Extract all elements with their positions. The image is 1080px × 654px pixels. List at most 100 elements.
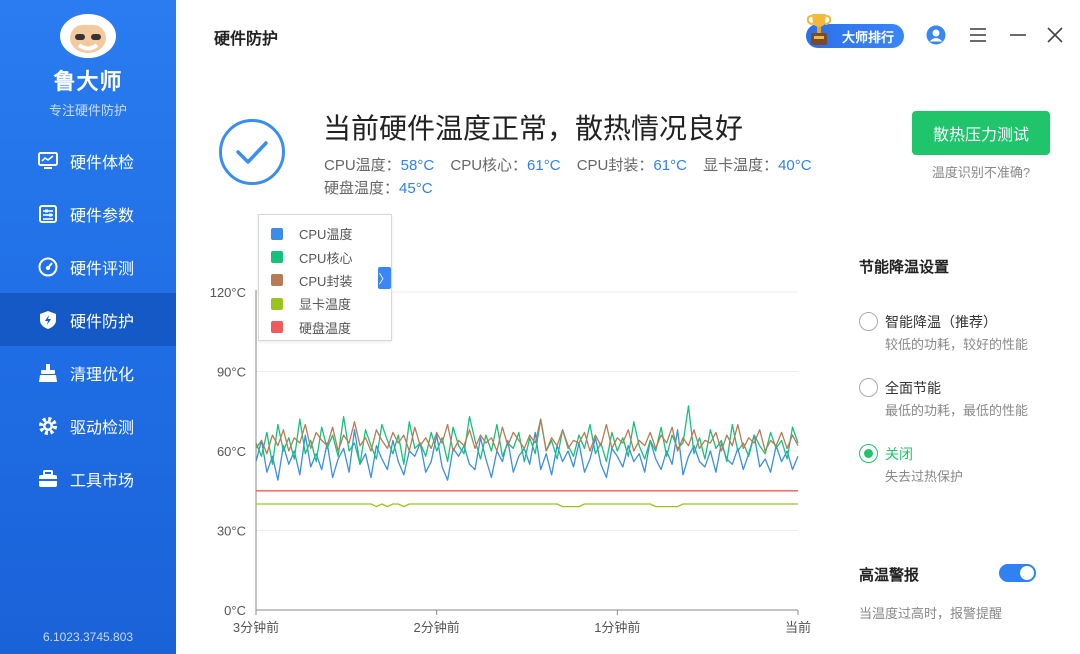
minimize-icon[interactable]	[1008, 25, 1028, 45]
x-tick-label: 3分钟前	[233, 620, 279, 635]
sidebar-item-label: 硬件评测	[70, 260, 135, 278]
cpu-core-temp-label: CPU核心：	[450, 157, 528, 174]
shield-icon	[38, 310, 58, 330]
temperature-summary: CPU温度：58°C CPU核心：61°C CPU封装：61°C 显卡温度：40…	[324, 154, 844, 200]
cooling-option-label: 全面节能	[885, 380, 941, 396]
sidebar-item-tool-market[interactable]: 工具市场	[0, 452, 176, 505]
legend-label: CPU核心	[299, 250, 353, 266]
cpu-package-temp-label: CPU封装：	[576, 157, 654, 174]
legend-item[interactable]: 显卡温度	[259, 292, 391, 315]
y-tick-label: 120°C	[210, 285, 246, 300]
cooling-option-full-saving[interactable]: 全面节能 最低的功耗，最低的性能	[859, 378, 1059, 418]
gpu-temp-label: 显卡温度：	[703, 157, 779, 174]
disk-temp-label: 硬盘温度：	[324, 180, 400, 197]
high-temp-alarm-toggle[interactable]	[999, 564, 1036, 582]
cooling-option-smart[interactable]: 智能降温（推荐） 较低的功耗，较好的性能	[859, 312, 1059, 352]
cpu-temp: CPU温度：58°C	[324, 157, 434, 174]
cooling-settings-title: 节能降温设置	[859, 259, 950, 276]
sidebar-item-hardware-protection[interactable]: 硬件防护	[0, 293, 176, 346]
sidebar-item-label: 硬件防护	[70, 313, 135, 331]
temperature-inaccurate-link[interactable]: 温度识别不准确?	[912, 162, 1050, 181]
version-text: 6.1023.3745.803	[42, 630, 134, 644]
sidebar-item-cleanup[interactable]: 清理优化	[0, 346, 176, 399]
stress-test-button[interactable]: 散热压力测试	[912, 111, 1050, 155]
sidebar-item-label: 硬件参数	[70, 207, 135, 225]
legend-label: 硬盘温度	[299, 320, 352, 336]
disk-temp: 硬盘温度：45°C	[324, 180, 433, 197]
sidebar-nav: 硬件体检 硬件参数 硬件评测 硬件防护 清理优化 驱动检测 工具市场	[0, 134, 176, 505]
monitor-icon	[38, 151, 58, 171]
gpu-temp-value: 40°C	[778, 157, 812, 174]
toggle-knob	[1020, 566, 1034, 580]
legend-label: 显卡温度	[299, 297, 352, 313]
x-tick-label: 2分钟前	[414, 620, 460, 635]
page-title: 硬件防护	[214, 31, 279, 48]
x-tick-label: 当前	[785, 620, 811, 635]
legend-collapse-button[interactable]: 〉	[378, 267, 391, 289]
sidebar-item-driver-detection[interactable]: 驱动检测	[0, 399, 176, 452]
cpu-temp-label: CPU温度：	[324, 157, 401, 174]
app-slogan: 专注硬件防护	[48, 103, 127, 118]
broom-icon	[38, 363, 58, 383]
sidebar-item-label: 硬件体检	[70, 154, 135, 172]
series-line-显卡温度	[256, 503, 798, 508]
stress-test-label: 散热压力测试	[932, 127, 1029, 144]
status-headline: 当前硬件温度正常，散热情况良好	[323, 113, 744, 144]
cooling-option-off[interactable]: 关闭 失去过热保护	[859, 444, 1059, 484]
x-tick-label: 1分钟前	[594, 620, 640, 635]
legend-item[interactable]: CPU封装	[259, 269, 391, 292]
high-temp-alarm-title: 高温警报	[859, 567, 920, 584]
high-temp-alarm-desc: 当温度过高时，报警提醒	[859, 606, 1003, 621]
radio-smart[interactable]	[859, 312, 878, 331]
legend-label: CPU封装	[299, 273, 353, 289]
gear-icon	[38, 416, 58, 436]
logo: 鲁大师 专注硬件防护	[0, 12, 176, 119]
toolbox-icon	[38, 469, 58, 489]
menu-icon[interactable]	[968, 25, 988, 45]
legend-swatch	[271, 321, 283, 334]
cpu-core-temp-value: 61°C	[527, 157, 561, 174]
legend-label: CPU温度	[299, 227, 353, 243]
master-ranking-label: 大师排行	[841, 29, 894, 45]
cooling-option-desc: 较低的功耗，较好的性能	[885, 337, 1029, 352]
legend-item[interactable]: CPU核心	[259, 245, 391, 268]
chart-legend: CPU温度 CPU核心 CPU封装显卡温度硬盘温度	[258, 214, 392, 341]
cooling-option-label: 关闭	[885, 446, 913, 462]
y-tick-label: 60°C	[217, 444, 246, 459]
speedometer-icon	[38, 257, 58, 277]
legend-swatch	[271, 251, 283, 264]
sidebar-item-hardware-params[interactable]: 硬件参数	[0, 187, 176, 240]
cpu-package-temp: CPU封装：61°C	[577, 157, 687, 174]
legend-swatch	[271, 297, 283, 310]
sidebar-item-label: 清理优化	[70, 366, 135, 384]
cpu-temp-value: 58°C	[400, 157, 435, 174]
trophy-icon	[806, 14, 832, 45]
user-avatar-icon[interactable]	[926, 25, 946, 45]
sliders-icon	[38, 204, 58, 224]
sidebar: 鲁大师 专注硬件防护 硬件体检 硬件参数 硬件评测 硬件防护 清理优化 驱动检测…	[0, 0, 176, 654]
legend-item[interactable]: 硬盘温度	[259, 316, 391, 339]
legend-swatch	[271, 274, 283, 287]
disk-temp-value: 45°C	[399, 180, 433, 197]
sidebar-item-label: 工具市场	[70, 472, 135, 490]
y-tick-label: 0°C	[224, 603, 246, 618]
radio-off[interactable]	[859, 444, 878, 463]
close-icon[interactable]	[1045, 25, 1065, 45]
legend-item[interactable]: CPU温度	[259, 222, 391, 245]
status-ok-icon	[219, 119, 285, 185]
cooling-option-label: 智能降温（推荐）	[885, 314, 997, 330]
sidebar-item-label: 驱动检测	[70, 419, 135, 437]
app-name: 鲁大师	[53, 69, 123, 94]
gpu-temp: 显卡温度：40°C	[703, 157, 812, 174]
cooling-option-desc: 失去过热保护	[885, 469, 964, 484]
cpu-core-temp: CPU核心：61°C	[450, 157, 560, 174]
y-tick-label: 90°C	[217, 365, 246, 380]
cooling-option-desc: 最低的功耗，最低的性能	[885, 403, 1029, 418]
sidebar-item-hardware-checkup[interactable]: 硬件体检	[0, 134, 176, 187]
master-lu-logo-icon	[60, 14, 116, 58]
legend-swatch	[271, 227, 283, 240]
y-tick-label: 30°C	[217, 524, 246, 539]
cpu-package-temp-value: 61°C	[653, 157, 687, 174]
radio-full-saving[interactable]	[859, 378, 878, 397]
sidebar-item-hardware-benchmark[interactable]: 硬件评测	[0, 240, 176, 293]
